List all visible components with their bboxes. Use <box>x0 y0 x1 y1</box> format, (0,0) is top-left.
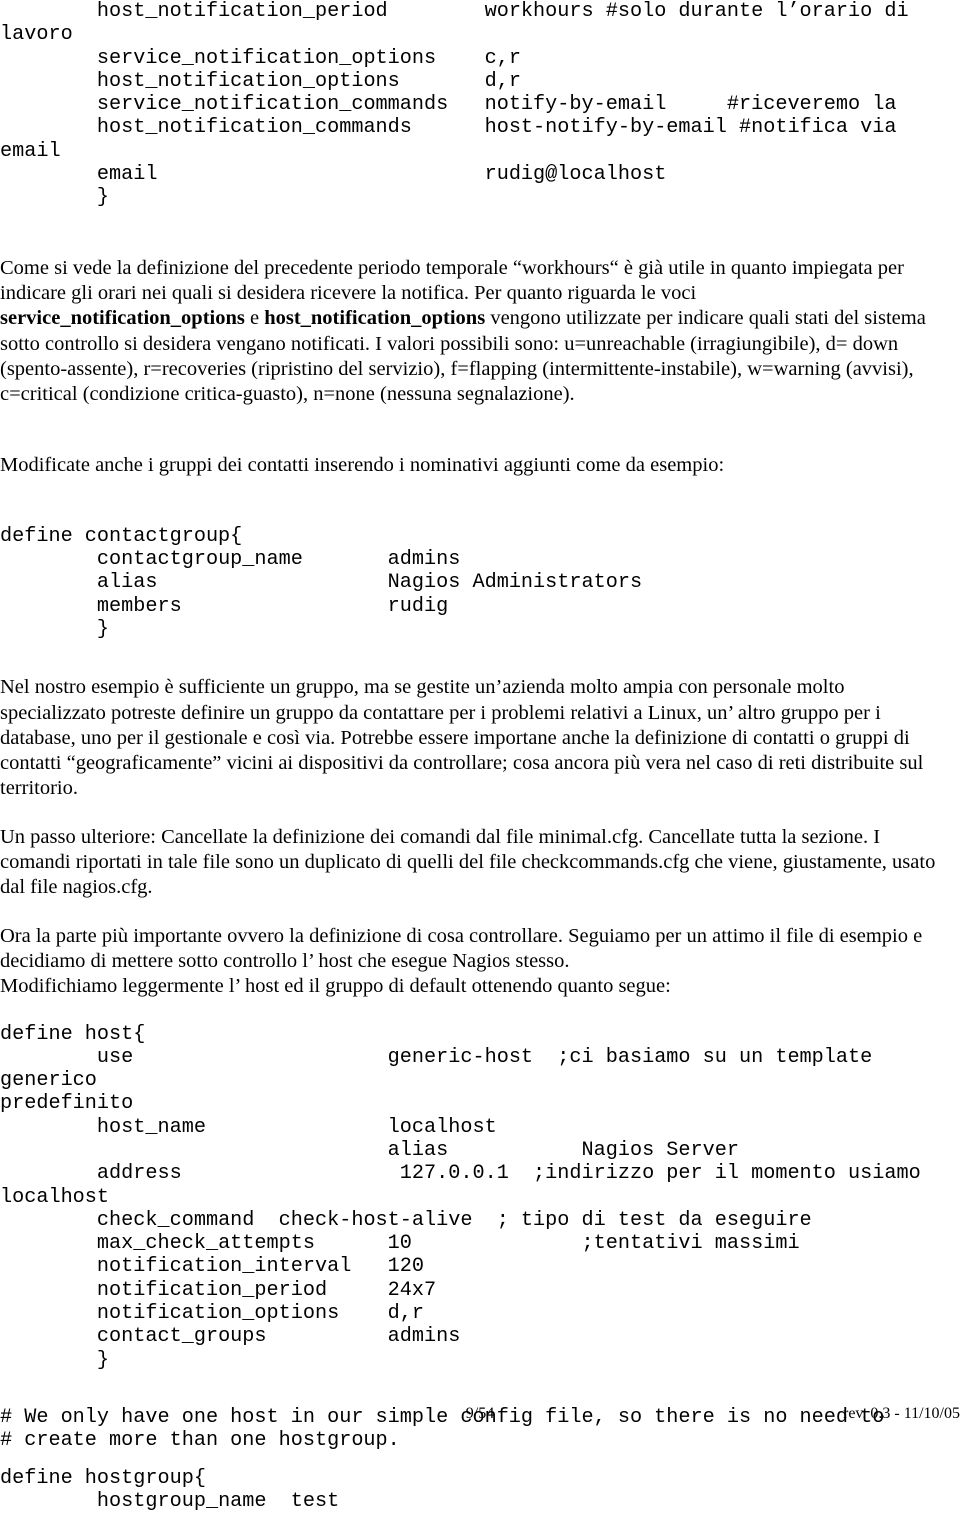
code-block-host-definition: define host{ use generic-host ;ci basiam… <box>0 1022 921 1372</box>
page-content: host_notification_period workhours #solo… <box>0 0 960 1513</box>
prose-text: Modifichiamo leggermente l’ host ed il g… <box>0 975 671 998</box>
footer-revision: rev. 0.3 - 11/10/05 <box>842 1405 960 1422</box>
prose-bold-term: service_notification_options <box>0 307 245 330</box>
code-block-contact-definition: host_notification_period workhours #solo… <box>0 0 909 210</box>
document-page: host_notification_period workhours #solo… <box>0 0 960 1513</box>
prose-text: Nel nostro esempio è sufficiente un grup… <box>0 676 924 800</box>
footer-page-number: 9/54 <box>465 1405 495 1422</box>
paragraph-modifichiamo-host: Modifichiamo leggermente l’ host ed il g… <box>0 974 940 999</box>
prose-text: Come si vede la definizione del preceden… <box>0 256 904 304</box>
code-block-contactgroup-definition: define contactgroup{ contactgroup_name a… <box>0 524 643 641</box>
prose-text: Un passo ulteriore: Cancellate la defini… <box>0 825 936 899</box>
page-footer: 9/54 rev. 0.3 - 11/10/05 <box>0 1404 960 1430</box>
prose-text: e <box>244 307 265 330</box>
paragraph-workhours-explanation: Come si vede la definizione del preceden… <box>0 256 940 408</box>
paragraph-contactgroup-intro: Modificate anche i gruppi dei contatti i… <box>0 453 940 478</box>
paragraph-gruppi-specializzati: Nel nostro esempio è sufficiente un grup… <box>0 675 940 801</box>
prose-text: Ora la parte più importante ovvero la de… <box>0 924 923 972</box>
paragraph-passo-ulteriore: Un passo ulteriore: Cancellate la defini… <box>0 825 940 901</box>
prose-text: Modificate anche i gruppi dei contatti i… <box>0 454 725 477</box>
paragraph-parte-importante: Ora la parte più importante ovvero la de… <box>0 924 940 975</box>
code-block-hostgroup-definition: define hostgroup{ hostgroup_name test <box>0 1466 340 1513</box>
prose-bold-term: host_notification_options <box>264 307 486 330</box>
